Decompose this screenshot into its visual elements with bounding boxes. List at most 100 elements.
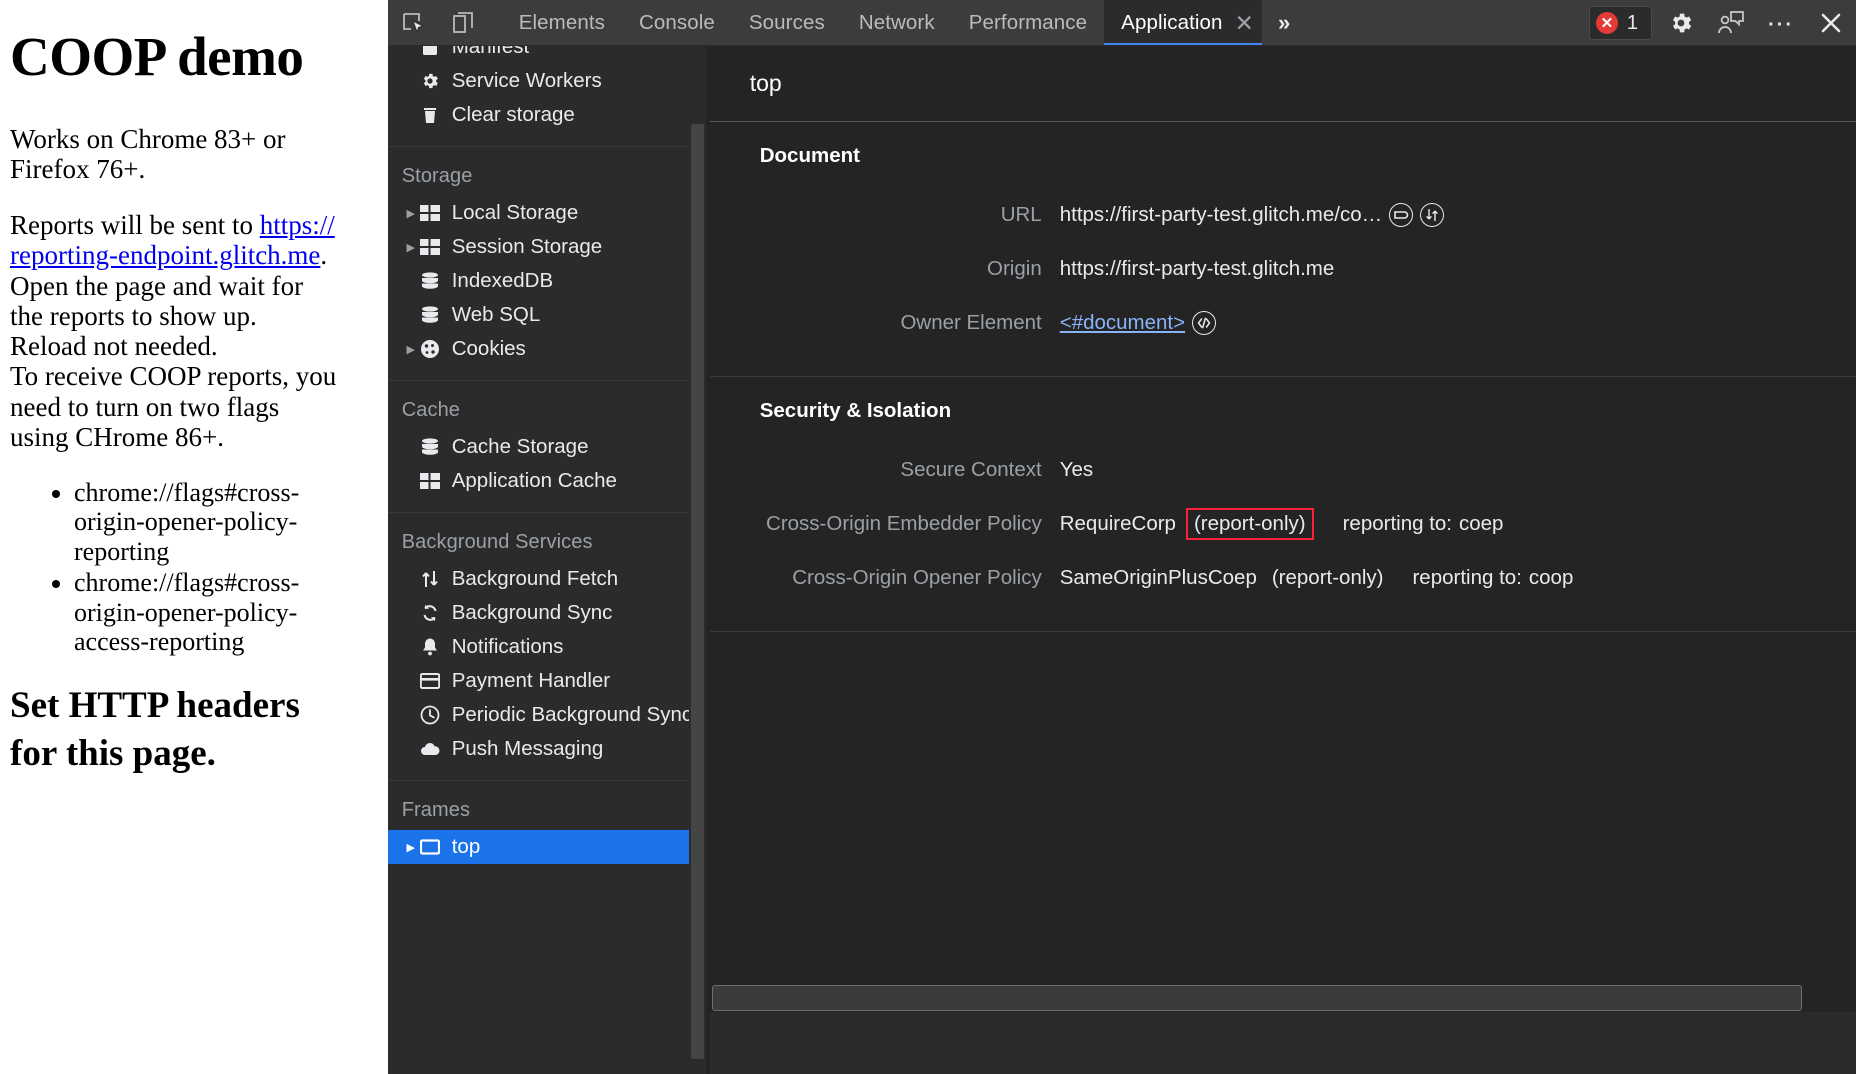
sidebar-item-clear-storage[interactable]: ▶ Clear storage [388,98,706,132]
frame-details-panel: top Document URL https://first-party-tes… [709,46,1856,1074]
inspect-element-icon[interactable] [388,0,438,46]
sidebar-item-cookies[interactable]: ▶ Cookies [388,332,706,366]
coep-value: RequireCorp [1059,512,1176,535]
sidebar-group-title: Cache [401,399,461,421]
sidebar-group-frames: Frames ▶ top [387,781,706,878]
sidebar-item-session-storage[interactable]: ▶ Session Storage [388,230,706,264]
sidebar-item-label: Background Sync [451,601,613,624]
toolbar-separator [488,0,502,46]
chevron-right-icon[interactable]: ▶ [402,207,420,220]
error-icon: ✕ [1595,12,1618,34]
sidebar-item-payment-handler[interactable]: ▶ Payment Handler [388,664,706,698]
chevron-right-icon[interactable]: ▶ [402,241,420,254]
tab-label: Performance [968,11,1088,34]
sidebar-item-label: Clear storage [451,103,575,126]
credit-card-icon [419,673,450,689]
tab-application[interactable]: Application ✕ [1104,0,1262,46]
frame-details-title: top [749,70,782,96]
error-count-badge[interactable]: ✕ 1 [1588,6,1652,40]
sidebar-item-application-cache[interactable]: ▶ Application Cache [388,464,706,498]
sidebar-item-top-frame[interactable]: ▶ top [387,830,706,864]
origin-value: https://first-party-test.glitch.me [1059,257,1335,280]
url-row: URL https://first-party-test.glitch.me/c… [710,188,1856,242]
coop-reporting-endpoint: coop [1528,566,1574,589]
secure-context-label: Secure Context [900,458,1042,481]
manifest-icon [420,46,450,57]
horizontal-scrollbar[interactable] [709,984,1856,1012]
clock-icon [420,705,450,725]
sidebar-scrollbar[interactable] [688,46,706,1074]
reports-suffix-text: . [320,240,328,271]
sidebar-group-title: Background Services [401,531,593,553]
sidebar-scrollbar-thumb[interactable] [690,124,704,1059]
sync-icon [420,603,450,623]
secure-context-row: Secure Context Yes [710,443,1856,497]
origin-label: Origin [987,257,1042,280]
close-devtools-icon[interactable] [1806,0,1856,46]
coop-reporting-label: reporting to: [1412,566,1522,589]
empty-panel-area [710,632,1856,984]
sidebar-item-notifications[interactable]: ▶ Notifications [388,630,706,664]
reveal-in-elements-icon[interactable] [1192,311,1217,335]
table-icon [419,473,450,489]
sidebar-item-label: Push Messaging [451,737,604,760]
url-value-wrap: https://first-party-test.glitch.me/co… [1059,203,1445,227]
cloud-icon [420,742,450,756]
url-value: https://first-party-test.glitch.me/co… [1059,203,1383,226]
coep-reporting-label: reporting to: [1342,512,1452,535]
tab-sources[interactable]: Sources [732,0,842,46]
device-toolbar-icon[interactable] [438,0,488,46]
open-in-network-icon[interactable] [1420,203,1445,227]
sidebar-item-label: Cookies [451,337,526,360]
sidebar-item-background-sync[interactable]: ▶ Background Sync [388,596,706,630]
coop-report-only-badge: (report-only) [1271,566,1384,589]
chevron-right-icon[interactable]: ▶ [402,841,420,854]
open-page-instruction: Open the page and wait for the reports t… [10,270,304,331]
tab-label: Application [1121,11,1223,34]
more-tabs-icon[interactable]: » [1262,0,1306,46]
database-icon [420,271,450,291]
tab-console[interactable]: Console [622,0,732,46]
coop-label: Cross-Origin Opener Policy [792,566,1042,589]
database-icon [420,305,450,325]
sidebar-item-web-sql[interactable]: ▶ Web SQL [388,298,706,332]
coep-report-only-badge: (report-only) [1185,508,1314,540]
chevron-right-icon[interactable]: ▶ [402,343,420,356]
owner-element-link[interactable]: <#document> [1060,311,1185,335]
sidebar-item-push-messaging[interactable]: ▶ Push Messaging [388,732,706,766]
gear-icon[interactable] [1656,0,1706,46]
coep-value-wrap: RequireCorp (report-only) reporting to: … [1059,508,1503,540]
sidebar-item-service-workers[interactable]: ▶ Service Workers [388,64,706,98]
feedback-person-icon[interactable] [1706,0,1756,46]
reports-paragraph: Reports will be sent to https://reportin… [10,210,340,452]
tab-network[interactable]: Network [842,0,952,46]
sidebar-item-label: top [451,835,481,858]
sidebar-item-background-fetch[interactable]: ▶ Background Fetch [388,562,706,596]
tab-performance[interactable]: Performance [952,0,1104,46]
sidebar-group-cache: Cache ▶ [387,381,706,513]
sidebar-item-local-storage[interactable]: ▶ Local Storage [388,196,706,230]
sidebar-item-indexeddb[interactable]: ▶ IndexedDB [388,264,706,298]
open-in-sources-icon[interactable] [1389,203,1414,227]
coep-label: Cross-Origin Embedder Policy [766,512,1042,535]
sidebar-item-label: Service Workers [451,69,602,92]
origin-row: Origin https://first-party-test.glitch.m… [710,242,1856,296]
sidebar-item-label: Payment Handler [451,669,611,692]
list-item: chrome://flags#cross-origin-opener-polic… [74,478,336,566]
horizontal-scrollbar-thumb[interactable] [711,985,1802,1011]
devtools-window: Elements Console Sources Network Perform… [387,0,1856,1074]
sidebar-item-periodic-background-sync[interactable]: ▶ Periodic Background Sync [388,698,706,732]
error-count-label: 1 [1626,11,1638,34]
sidebar-item-cache-storage[interactable]: ▶ Cache Storage [388,430,706,464]
sidebar-item-label: Background Fetch [451,567,619,590]
sidebar-item-manifest[interactable]: ▶ Manifest [388,46,706,64]
rendered-web-page: COOP demo Works on Chrome 83+ or Firefox… [0,0,388,1074]
tab-label: Console [638,11,715,34]
tab-label: Sources [748,11,825,34]
more-options-icon[interactable]: ⋯ [1756,0,1806,46]
tab-elements[interactable]: Elements [502,0,622,46]
frame-icon [419,839,450,855]
screen-root: COOP demo Works on Chrome 83+ or Firefox… [0,0,1856,1074]
close-icon[interactable]: ✕ [1235,11,1254,35]
flags-instruction: To receive COOP reports, you need to tur… [10,361,337,452]
